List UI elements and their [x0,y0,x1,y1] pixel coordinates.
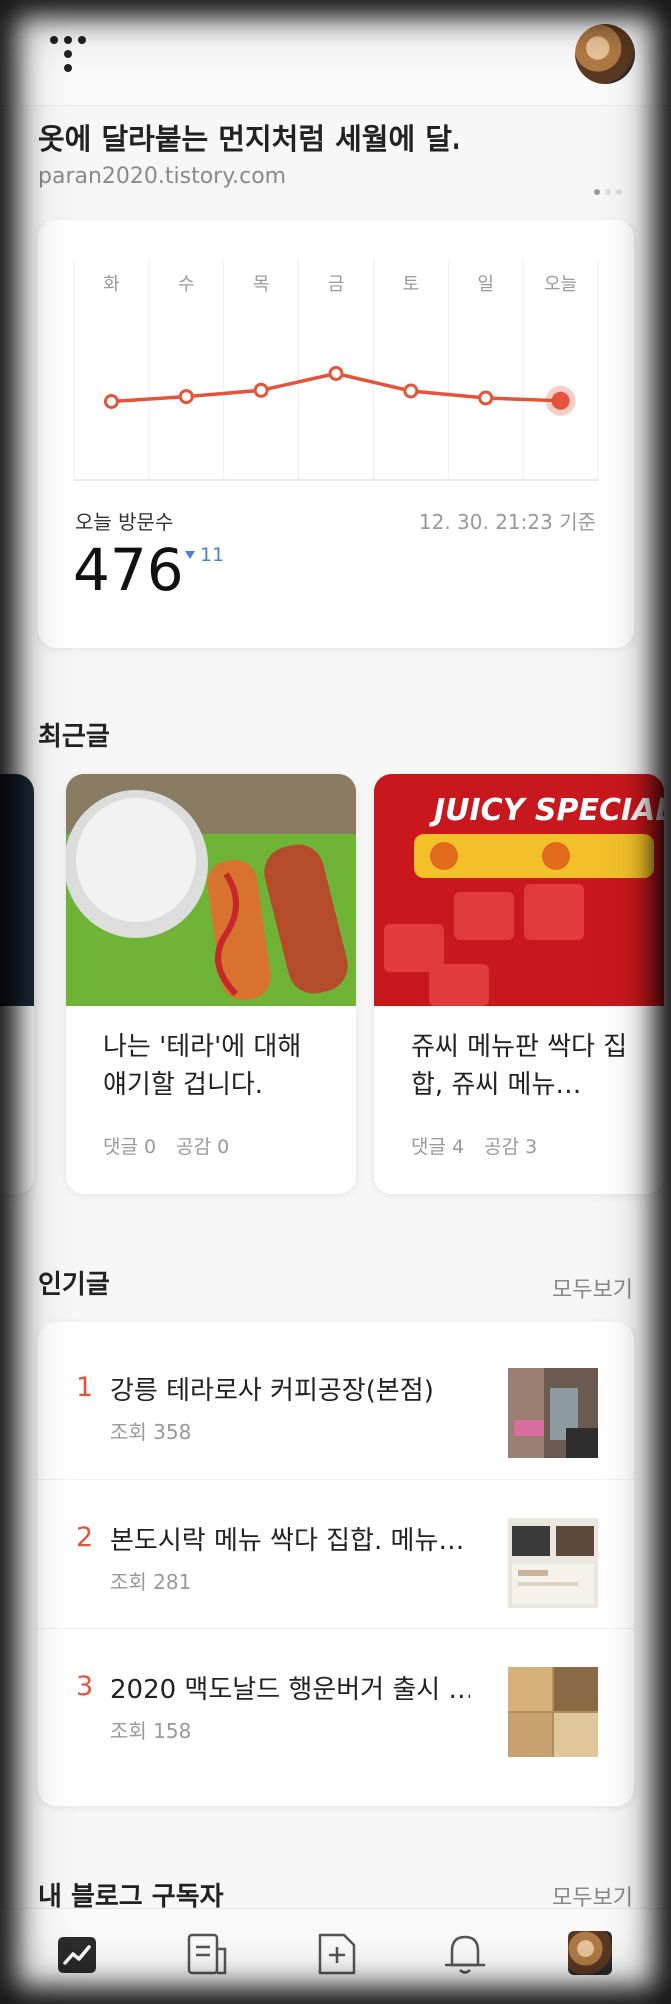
like-count: 공감 3 [484,1136,538,1158]
post-meta: 댓글 4 공감 3 [411,1132,557,1159]
chart-tick-label: 화 [103,274,120,295]
profile-avatar[interactable] [575,24,635,84]
chart-point [328,366,344,381]
juicy-banner-text: JUICY SPECIAL [429,793,664,828]
post-title: 나는 '테라'에 대해 얘기할 겁니다. [103,1032,302,1100]
comment-count: 댓글 0 [103,1136,157,1158]
visits-label: 오늘 방문수 [75,510,174,534]
post-thumbnail [0,774,34,1006]
stats-icon[interactable] [52,1929,102,1979]
comment-count: 댓글 4 [411,1136,465,1158]
post-thumbnail [508,1518,598,1608]
juicy-special-menu-photo: JUICY SPECIAL [374,774,664,1006]
visits-timestamp: 12. 30. 21:23 기준 [418,510,596,534]
chart-tick-label: 일 [477,274,494,295]
chart-tick-label: 오늘 [544,274,577,295]
blog-title[interactable]: 옷에 달라붙는 먼지처럼 세월에 달… [38,116,458,158]
recent-posts-title: 최근글 [38,722,110,752]
post-title: 쥬씨 메뉴판 싹다 집합, 쥬씨 메뉴… [411,1032,628,1100]
chart-point [178,389,194,405]
popular-posts-title: 인기글 [38,1270,110,1300]
popular-post-title: 강릉 테라로사 커피공장(본점) [110,1376,434,1406]
popular-post-title: 2020 맥도날드 행운버거 출시 … [110,1675,470,1705]
post-thumbnail [508,1368,598,1458]
popular-rank: 1 [76,1372,94,1403]
app-screen: 옷에 달라붙는 먼지처럼 세월에 달… paran2020.tistory.co… [0,0,671,2004]
tistory-logo-icon[interactable] [46,34,90,78]
chart-point [253,382,269,398]
popular-post-views: 조회 281 [110,1570,192,1594]
chart-tick-label: 금 [328,274,345,295]
chart-point [103,394,119,409]
chart-point [478,390,494,406]
popular-post-title: 본도시락 메뉴 싹다 집합. 메뉴… [110,1526,465,1556]
chart-tick-label: 목 [253,274,270,295]
popular-post-row[interactable]: 1 강릉 테라로사 커피공장(본점) 조회 358 [38,1330,634,1479]
popular-see-all-link[interactable]: 모두보기 [552,1272,633,1304]
chart-tick-label: 토 [403,274,420,295]
blog-url: paran2020.tistory.com [38,164,287,189]
visits-line-chart: 화 수 목 금 토 일 오늘 [73,260,599,481]
post-card[interactable]: JUICY SPECIAL 쥬씨 메뉴판 싹다 집합, 쥬씨 메뉴… 댓글 4 공… [374,774,664,1194]
post-meta: 댓글 0 공감 0 [103,1132,249,1159]
chart-point-today [551,391,570,410]
visits-delta: 11 [185,544,224,566]
popular-post-row[interactable]: 2 본도시락 메뉴 싹다 집합. 메뉴… 조회 281 [38,1479,634,1628]
bell-icon[interactable] [440,1929,490,1979]
new-post-icon[interactable] [312,1929,362,1979]
visits-delta-value: 11 [200,544,225,566]
post-card-previous[interactable] [0,774,34,1194]
post-thumbnail [508,1667,598,1757]
visits-count: 476 [73,536,184,604]
popular-post-views: 조회 358 [110,1420,192,1444]
food-tray-photo [66,774,356,1006]
popular-post-row[interactable]: 3 2020 맥도날드 행운버거 출시 … 조회 158 [38,1628,634,1777]
chart-tick-label: 수 [178,274,195,295]
down-arrow-icon [185,551,195,559]
posts-icon[interactable] [183,1929,233,1979]
profile-avatar[interactable] [568,1931,612,1975]
page-indicator [594,180,627,199]
post-card[interactable]: 나는 '테라'에 대해 얘기할 겁니다. 댓글 0 공감 0 [66,774,356,1194]
popular-post-views: 조회 158 [110,1719,192,1743]
top-bar [0,0,671,106]
like-count: 공감 0 [176,1136,230,1158]
popular-rank: 3 [76,1671,94,1702]
bottom-navigation [0,1908,671,2004]
popular-rank: 2 [76,1522,94,1553]
chart-point [403,383,419,399]
